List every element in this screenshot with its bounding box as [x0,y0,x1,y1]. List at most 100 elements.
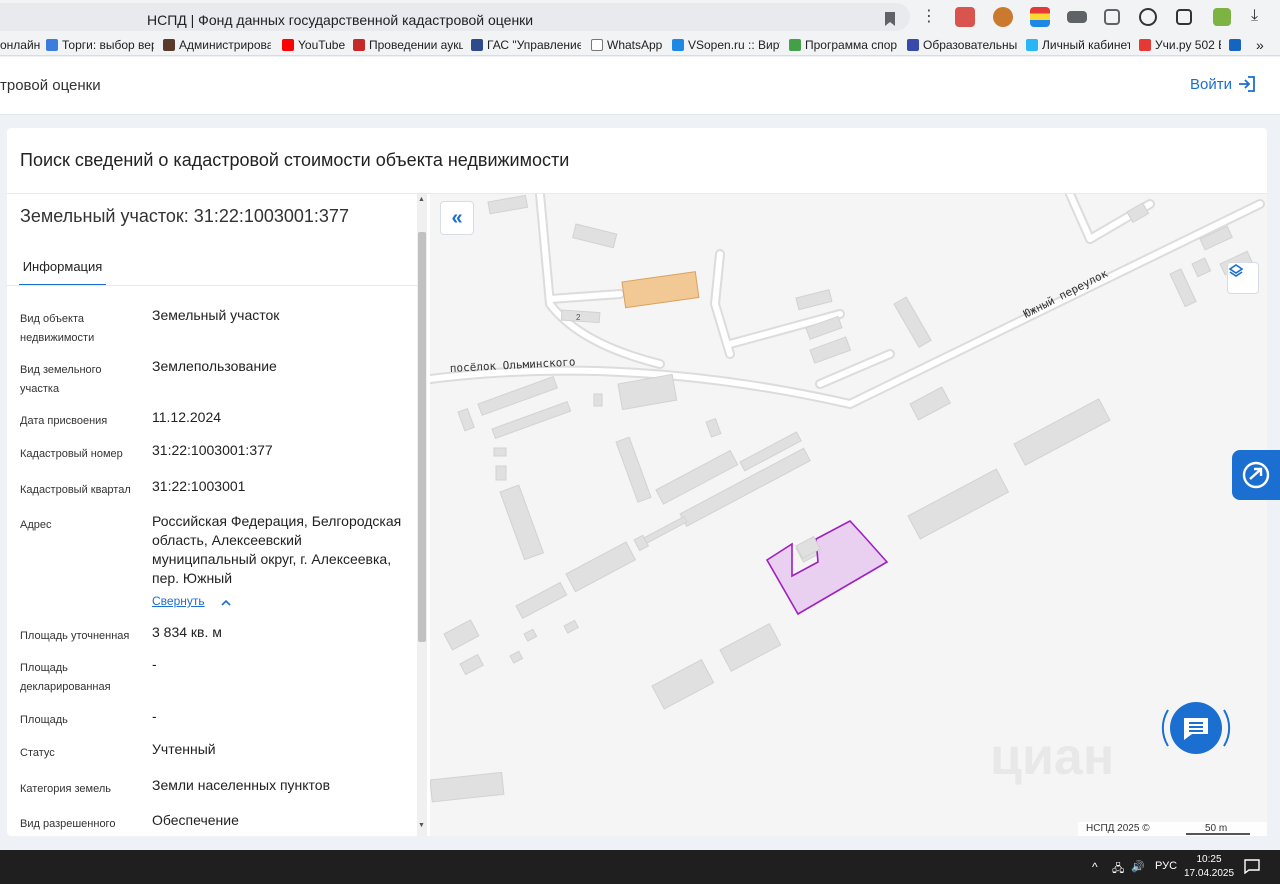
scrollbar-thumb[interactable] [418,232,426,642]
extension-icon[interactable] [1030,7,1050,27]
play-icon[interactable] [1139,8,1157,26]
field-value: Земли населенных пунктов [152,777,331,793]
bookmark-item[interactable]: Образовательный [907,37,1017,53]
more-menu-icon[interactable]: ⋮ [921,7,937,27]
collapse-panel-button[interactable]: « [440,201,474,235]
tab-title: НСПД | Фонд данных государственной кадас… [147,12,534,28]
puzzle-icon[interactable] [1104,9,1120,25]
document-icon [591,39,603,51]
bookmark-item[interactable]: VSopen.ru :: Вирту [672,37,780,53]
object-info-panel: Земельный участок: 31:22:1003001:377 Инф… [7,194,417,836]
chevron-up-icon[interactable] [221,598,231,608]
map-canvas[interactable]: посёлок Ольминского Южный переулок 2 циа… [430,194,1267,836]
profile-icon[interactable] [1213,8,1231,26]
bookmark-favicon-icon [1026,39,1038,51]
field-label: Категория земель [20,783,111,795]
system-clock[interactable]: 10:25 17.04.2025 [1184,853,1234,881]
scale-bar [1186,833,1250,835]
bookmark-item[interactable]: WhatsApp [591,37,663,53]
taskbar: ^ 🖧 🔊 РУС 10:25 17.04.2025 [0,850,1280,884]
chat-button[interactable] [1160,696,1232,760]
layers-button[interactable] [1227,262,1259,294]
bookmark-icon[interactable] [884,11,896,27]
bookmark-item[interactable]: ГАС "Управление [471,37,581,53]
extension-icon[interactable] [955,7,975,27]
map-attribution: НСПД 2025 © 50 m [1078,822,1267,836]
bookmark-item[interactable]: Торги: выбор вер [46,37,154,53]
bookmark-item[interactable]: Учи.ру 502 E [1139,37,1221,53]
chat-icon [1161,702,1231,754]
clock-date: 17.04.2025 [1184,868,1235,879]
bookmark-favicon-icon [353,39,365,51]
field-value: - [152,708,157,724]
search-card: Поиск сведений о кадастровой стоимости о… [7,128,1267,836]
field-value: 11.12.2024 [152,409,222,425]
extension-icon[interactable] [1067,11,1087,23]
field-label: Дата присвоения [20,415,108,427]
language-indicator[interactable]: РУС [1155,860,1177,872]
copy-icon[interactable] [1176,9,1192,25]
bookmark-item[interactable]: онлайн [0,37,40,53]
bookmark-favicon-icon [46,39,58,51]
volume-icon[interactable]: 🔊 [1131,860,1145,873]
field-value: 31:22:1003001:377 [152,442,273,458]
object-title: Земельный участок: 31:22:1003001:377 [20,206,349,226]
field-label: Площадь уточненная [20,630,130,642]
bookmark-item[interactable]: Программа спорт [789,37,897,53]
watermark: циан [990,728,1114,786]
field-label: Вид разрешенного [20,818,116,830]
highlighted-building[interactable] [621,271,700,309]
login-label: Войти [1190,75,1232,93]
field-label: Площадь [20,714,68,726]
tab-information[interactable]: Информация [19,252,106,286]
field-value: Земельный участок [152,307,280,323]
feedback-icon [1242,461,1270,489]
bookmarks-bar: онлайн Торги: выбор вер Администрирова Y… [0,34,1280,56]
bookmark-favicon-icon [907,39,919,51]
field-value: Землепользование [152,358,277,374]
login-icon [1239,76,1255,92]
bookmark-favicon-icon [163,39,175,51]
notifications-icon[interactable] [1244,858,1260,874]
login-button[interactable]: Войти [1190,75,1256,93]
street-label: Южный переулок [1021,267,1110,321]
address-value: Российская Федерация, Белгородская облас… [152,513,402,586]
tray-chevron-icon[interactable]: ^ [1092,860,1098,874]
network-icon[interactable]: 🖧 [1112,860,1124,879]
attribution-text: НСПД 2025 © [1086,823,1150,834]
card-title: Поиск сведений о кадастровой стоимости о… [20,150,570,170]
site-header: тровой оценки Войти [0,57,1280,115]
bookmark-favicon-icon [1229,39,1241,51]
field-value: - [152,656,157,672]
bookmark-favicon-icon [1139,39,1151,51]
bookmark-item[interactable]: Личный кабинет [1026,37,1130,53]
field-label: Статус [20,747,55,759]
bookmark-item[interactable] [1229,37,1245,53]
clock-time: 10:25 [1196,854,1222,865]
field-value: 31:22:1003001 [152,478,246,494]
site-title: тровой оценки [0,77,101,94]
bookmark-item[interactable]: Проведении аукц [353,37,463,53]
bookmark-favicon-icon [789,39,801,51]
download-icon[interactable]: ⤓ [1251,7,1271,27]
field-value: Обеспечение [152,812,239,828]
more-bookmarks-icon[interactable]: » [1256,37,1272,53]
bookmark-item[interactable]: YouTube [282,37,346,53]
bookmark-item[interactable]: Администрирова [163,37,271,53]
field-label: Кадастровый номер [20,448,123,460]
scroll-down-icon[interactable]: ▼ [418,822,425,829]
cadastral-map[interactable]: посёлок Ольминского Южный переулок 2 циа… [430,194,1267,836]
address-bar[interactable]: НСПД | Фонд данных государственной кадас… [0,3,910,31]
browser-toolbar: НСПД | Фонд данных государственной кадас… [0,0,1280,34]
field-label: Площадь декларированная [20,662,111,693]
selected-parcel[interactable] [765,520,889,616]
feedback-tab[interactable] [1232,450,1280,500]
field-label: Кадастровый квартал [20,484,131,496]
bookmark-favicon-icon [471,39,483,51]
collapse-link[interactable]: Свернуть [152,594,205,608]
panel-scrollbar[interactable]: ▲ ▼ [417,194,427,836]
field-label: Адрес [20,519,52,531]
divider [7,285,417,286]
scroll-up-icon[interactable]: ▲ [418,196,425,203]
extension-icon[interactable] [993,7,1013,27]
